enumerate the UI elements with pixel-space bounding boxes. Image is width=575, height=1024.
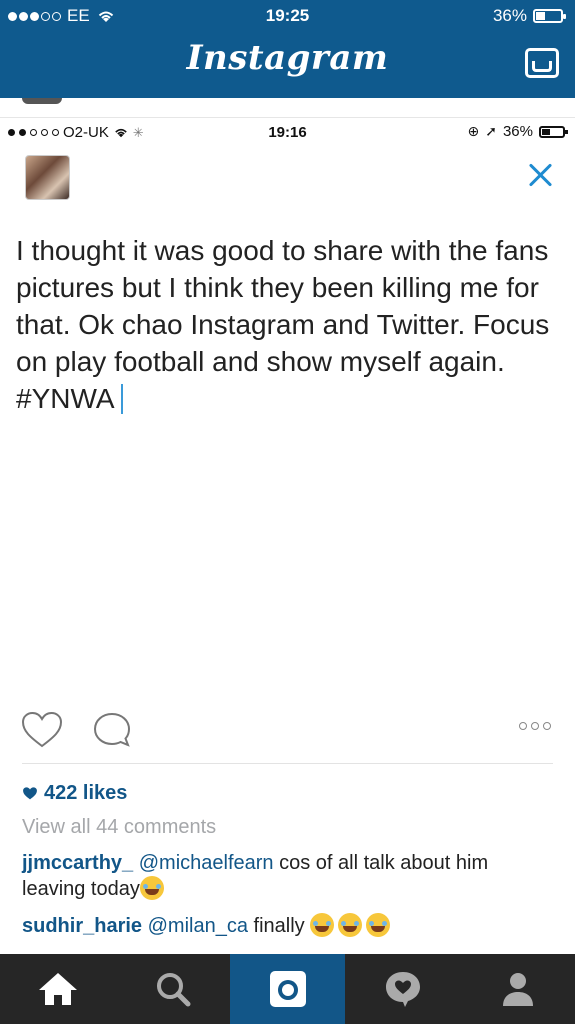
camera-icon [269,971,306,1007]
activity-icon [385,972,420,1007]
text-cursor [120,384,123,414]
avatar[interactable] [25,155,70,200]
likes-count[interactable]: 422 likes [22,782,127,805]
close-icon[interactable] [527,162,553,188]
profile-icon [502,973,533,1006]
heart-filled-icon [23,787,37,800]
tears-of-joy-emoji-icon [338,913,363,937]
clock: 19:25 [265,6,310,25]
battery-percent: 36% [492,6,527,25]
heart-outline-icon[interactable] [20,710,64,750]
comment-text: finally [247,915,305,937]
view-all-comments-link[interactable]: View all 44 comments [22,816,216,839]
embedded-battery-icon [539,125,568,138]
tears-of-joy-emoji-icon [139,876,164,900]
post-text-content: I thought it was good to share with the … [16,235,550,414]
battery-group: 36% [492,6,566,26]
comment-username[interactable]: jjmccarthy_ [22,852,133,874]
embedded-status-bar: O2-UK ✳ 19:16 ⊕ ➚ 36% [0,118,575,148]
comment-username[interactable]: sudhir_harie [22,915,142,937]
nav-home[interactable] [0,954,115,1024]
comment-mention[interactable]: @milan_ca [148,915,248,937]
embedded-battery-group: ⊕ ➚ 36% [467,123,568,140]
previous-post-avatar [22,98,62,104]
post-text: I thought it was good to share with the … [16,232,561,417]
tears-of-joy-emoji-icon [310,913,335,937]
nav-activity[interactable] [345,954,460,1024]
app-header: EE 19:25 36% Instagram [0,0,575,98]
comment-bubble-icon[interactable] [92,710,132,750]
tears-of-joy-emoji-icon [366,913,391,937]
nav-camera[interactable] [230,954,345,1024]
nav-profile[interactable] [460,954,575,1024]
comment-mention[interactable]: @michaelfearn [139,852,274,874]
divider [22,763,553,764]
app-logo: Instagram [186,38,389,78]
status-bar: EE 19:25 36% [0,0,575,32]
inbox-icon[interactable] [525,48,559,78]
more-options-icon[interactable] [519,722,551,730]
nav-search[interactable] [115,954,230,1024]
comment: sudhir_harie @milan_ca finally [22,913,552,939]
embedded-battery-percent: 36% [502,123,533,140]
location-arrow-icon: ➚ [485,123,497,139]
bottom-nav [0,954,575,1024]
likes-label: 422 likes [44,782,128,804]
rotation-lock-icon: ⊕ [467,123,480,139]
home-icon [38,973,77,1005]
comment: jjmccarthy_ @michaelfearn cos of all tal… [22,850,552,902]
search-icon [156,973,190,1007]
battery-icon [533,9,566,23]
feed-top-edge [0,98,575,118]
